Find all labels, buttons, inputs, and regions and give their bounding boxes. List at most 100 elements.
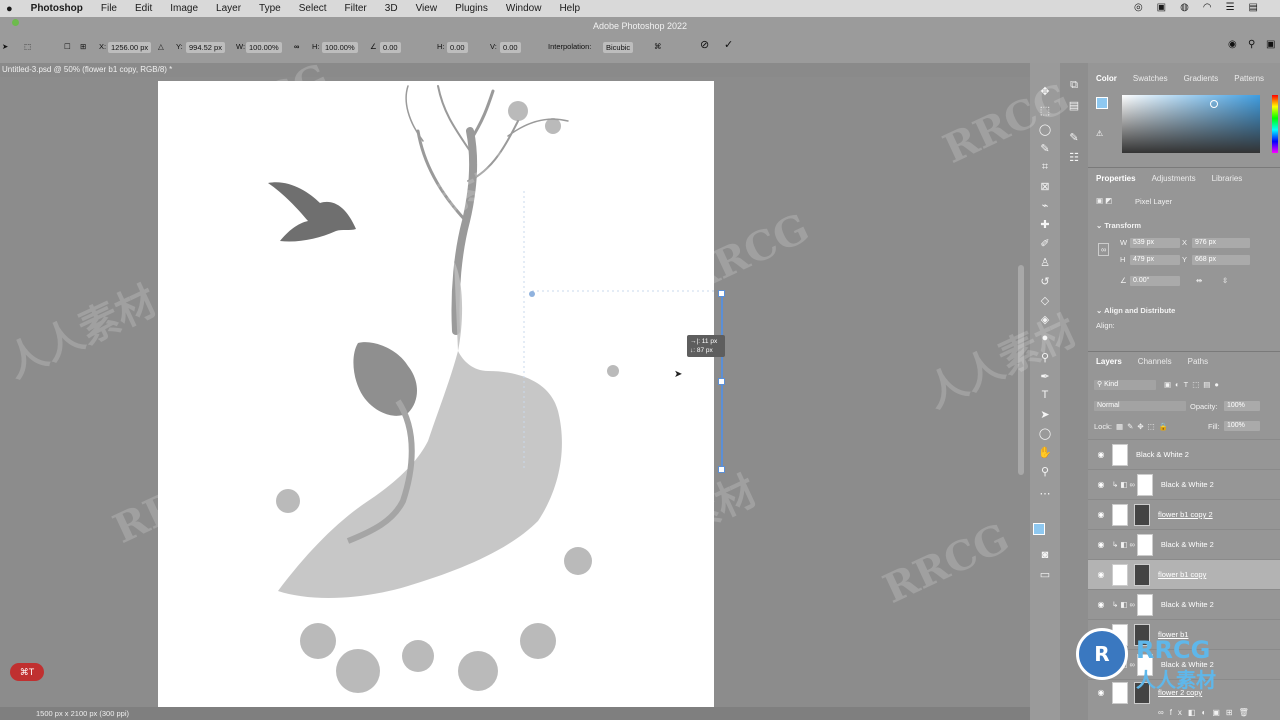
tab-swatches[interactable]: Swatches	[1125, 74, 1176, 83]
prop-h-field[interactable]: 479 px	[1130, 255, 1180, 265]
interpolation-select[interactable]: Bicubic	[603, 42, 634, 53]
layer-row[interactable]: ◉ ↳ ◧ ∞ Black & White 2	[1088, 589, 1280, 619]
hue-slider[interactable]	[1272, 95, 1278, 153]
account-icon[interactable]: ◉	[1228, 39, 1237, 50]
reference-point-icon[interactable]: ☐	[64, 42, 71, 51]
document-tab[interactable]: Untitled-3.psd @ 50% (flower b1 copy, RG…	[0, 63, 1030, 77]
fill-field[interactable]: 100%	[1224, 421, 1260, 431]
menu-select[interactable]: Select	[299, 3, 327, 14]
tab-patterns[interactable]: Patterns	[1226, 74, 1272, 83]
hskew-field[interactable]: 0.00	[447, 42, 468, 53]
cancel-transform-icon[interactable]: ⊘	[700, 38, 709, 51]
zoom-tool-icon[interactable]: ⚲	[1037, 463, 1053, 479]
tab-libraries[interactable]: Libraries	[1204, 174, 1251, 183]
transform-section-title[interactable]: ⌄ Transform	[1096, 221, 1141, 230]
hand-tool-icon[interactable]: ✋	[1037, 444, 1053, 460]
y-field[interactable]: 994.52 px	[186, 42, 225, 53]
color-field[interactable]	[1122, 95, 1260, 153]
visibility-eye-icon[interactable]: ◉	[1094, 540, 1108, 549]
layers-footer-icons[interactable]: ∞fx◧◐▣⊞🗑	[1158, 708, 1255, 717]
blend-mode-select[interactable]: Normal	[1094, 401, 1186, 411]
move-tool-icon[interactable]: ➤	[2, 42, 8, 51]
x-field[interactable]: 1256.00 px	[108, 42, 152, 53]
shape-tool-icon[interactable]: ◯	[1037, 425, 1053, 441]
layer-row[interactable]: ◉ ↳ ◧ ∞ Black & White 2	[1088, 529, 1280, 559]
layer-row[interactable]: ◉ Black & White 2	[1088, 439, 1280, 469]
visibility-eye-icon[interactable]: ◉	[1094, 600, 1108, 609]
vskew-field[interactable]: 0.00	[500, 42, 521, 53]
layer-row[interactable]: ◉ flower b1 copy 2	[1088, 499, 1280, 529]
menu-layer[interactable]: Layer	[216, 3, 241, 14]
flip-vertical-icon[interactable]: ⇳	[1222, 276, 1228, 285]
h-field[interactable]: 100.00%	[322, 42, 358, 53]
w-field[interactable]: 100.00%	[246, 42, 282, 53]
foreground-color-swatch[interactable]	[1033, 523, 1045, 535]
visibility-eye-icon[interactable]: ◉	[1094, 570, 1108, 579]
brush-tool-icon[interactable]: ✐	[1037, 235, 1053, 251]
healing-brush-icon[interactable]: ✚	[1037, 216, 1053, 232]
menu-3d[interactable]: 3D	[385, 3, 398, 14]
type-tool-icon[interactable]: T	[1037, 387, 1053, 403]
menu-edit[interactable]: Edit	[135, 3, 152, 14]
menu-view[interactable]: View	[416, 3, 438, 14]
flip-horizontal-icon[interactable]: ⇹	[1196, 276, 1202, 285]
layer-filter-icons[interactable]: ▣◐T⬚▤●	[1164, 380, 1223, 389]
history-panel-icon[interactable]: ⧉	[1066, 77, 1082, 93]
tab-properties[interactable]: Properties	[1088, 174, 1144, 183]
more-tools-icon[interactable]: ⋯	[1037, 485, 1053, 501]
quick-mask-icon[interactable]: ◙	[1037, 547, 1053, 563]
menu-help[interactable]: Help	[559, 3, 580, 14]
layer-row-selected[interactable]: ◉ flower b1 copy	[1088, 559, 1280, 589]
align-distribute-title[interactable]: ⌄ Align and Distribute	[1096, 306, 1175, 315]
prop-w-field[interactable]: 539 px	[1130, 238, 1180, 248]
transform-icon[interactable]: ⬚	[24, 42, 31, 51]
layer-row[interactable]: ◉ ↳ ◧ ∞ Black & White 2	[1088, 469, 1280, 499]
menu-file[interactable]: File	[101, 3, 117, 14]
search-icon[interactable]: ⚲	[1248, 39, 1255, 50]
prop-y-field[interactable]: 668 px	[1192, 255, 1250, 265]
visibility-eye-icon[interactable]: ◉	[1094, 688, 1108, 697]
tab-gradients[interactable]: Gradients	[1176, 74, 1227, 83]
menu-window[interactable]: Window	[506, 3, 542, 14]
tab-color[interactable]: Color	[1088, 74, 1125, 83]
menu-plugins[interactable]: Plugins	[455, 3, 488, 14]
delta-icon[interactable]: △	[158, 42, 164, 51]
adjust-panel-icon[interactable]: ☷	[1066, 149, 1082, 165]
menu-filter[interactable]: Filter	[345, 3, 367, 14]
visibility-eye-icon[interactable]: ◉	[1094, 510, 1108, 519]
commit-transform-icon[interactable]: ✓	[724, 38, 733, 51]
crop-tool-icon[interactable]: ⌗	[1037, 159, 1053, 175]
workspace-icon[interactable]: ▣	[1266, 39, 1275, 50]
screen-mode-icon[interactable]: ▭	[1037, 566, 1053, 582]
tab-adjustments[interactable]: Adjustments	[1144, 174, 1204, 183]
visibility-eye-icon[interactable]: ◉	[1094, 450, 1108, 459]
tab-layers[interactable]: Layers	[1088, 357, 1130, 366]
transform-handle-middle[interactable]	[718, 378, 725, 385]
layer-kind-filter[interactable]: ⚲ Kind	[1094, 380, 1156, 390]
apple-icon[interactable]: ●	[6, 3, 13, 15]
reference-grid-icon[interactable]: ⊞	[80, 42, 86, 51]
color-fg-swatch[interactable]	[1096, 97, 1108, 109]
menu-app[interactable]: Photoshop	[31, 3, 83, 14]
quick-select-icon[interactable]: ✎	[1037, 140, 1053, 156]
warp-icon[interactable]: ⌘	[654, 42, 662, 51]
history-brush-icon[interactable]: ↺	[1037, 273, 1053, 289]
menu-type[interactable]: Type	[259, 3, 281, 14]
opacity-field[interactable]: 100%	[1224, 401, 1260, 411]
link-icon[interactable]: ∞	[294, 42, 299, 51]
prop-x-field[interactable]: 976 px	[1192, 238, 1250, 248]
link-wh-icon[interactable]: ∞	[1098, 243, 1110, 256]
window-zoom-button[interactable]	[12, 19, 19, 26]
eyedropper-icon[interactable]: ⌁	[1037, 197, 1053, 213]
prop-angle-field[interactable]: 0.00°	[1130, 276, 1180, 286]
menu-image[interactable]: Image	[170, 3, 198, 14]
angle-field[interactable]: 0.00	[380, 42, 401, 53]
frame-tool-icon[interactable]: ⊠	[1037, 178, 1053, 194]
system-tray-icons[interactable]: ◎▣◍◠☰▤	[1134, 2, 1272, 13]
brush-settings-icon[interactable]: ✎	[1066, 129, 1082, 145]
tab-channels[interactable]: Channels	[1130, 357, 1180, 366]
stamp-tool-icon[interactable]: ♙	[1037, 254, 1053, 270]
path-select-icon[interactable]: ➤	[1037, 406, 1053, 422]
lock-icons[interactable]: ▦✎✥⬚🔒	[1116, 422, 1172, 431]
color-picker-marker[interactable]	[1210, 100, 1218, 108]
